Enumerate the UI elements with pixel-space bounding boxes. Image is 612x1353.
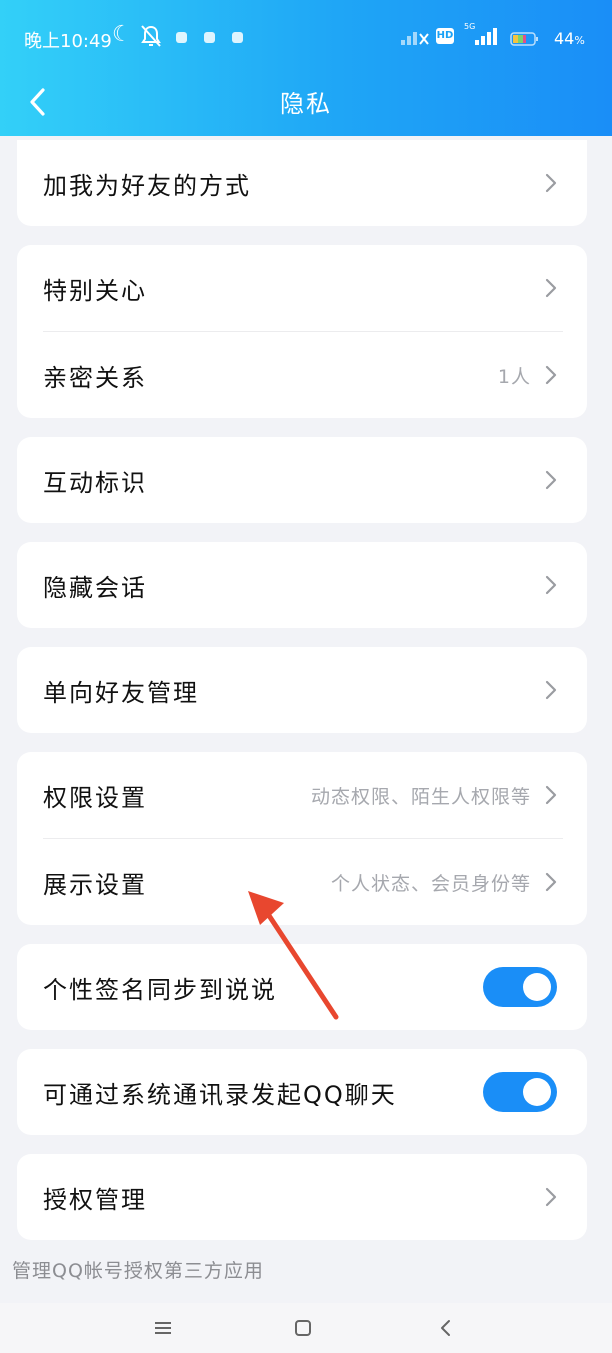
menu-button[interactable] bbox=[150, 1315, 176, 1341]
row-value: 1人 bbox=[497, 365, 531, 388]
signal-strong-icon bbox=[474, 26, 502, 51]
card-add-friend: 加我为好友的方式 bbox=[17, 140, 587, 226]
card-hidden-chat: 隐藏会话 bbox=[17, 542, 587, 628]
row-label: 亲密关系 bbox=[43, 363, 147, 392]
annotation-arrow-icon bbox=[248, 891, 339, 1020]
row-label: 授权管理 bbox=[43, 1185, 147, 1214]
row-auth-management[interactable]: 授权管理 bbox=[17, 1154, 587, 1240]
row-value: 动态权限、陌生人权限等 bbox=[310, 785, 531, 808]
chevron-right-icon bbox=[545, 365, 557, 385]
row-interaction-mark[interactable]: 互动标识 bbox=[17, 437, 587, 523]
row-label: 互动标识 bbox=[43, 468, 147, 497]
chevron-right-icon bbox=[545, 680, 557, 700]
row-label: 权限设置 bbox=[43, 783, 147, 812]
toggle-knob bbox=[523, 973, 551, 1001]
row-intimate-relation[interactable]: 亲密关系 1人 bbox=[17, 332, 587, 418]
row-label: 特别关心 bbox=[43, 276, 147, 305]
page-title: 隐私 bbox=[280, 90, 332, 118]
menu-icon bbox=[155, 1322, 171, 1334]
home-square-icon bbox=[295, 1320, 311, 1336]
hd-badge: HD bbox=[436, 28, 454, 44]
notification-icon bbox=[176, 32, 187, 43]
row-hidden-chat[interactable]: 隐藏会话 bbox=[17, 542, 587, 628]
system-nav-bar bbox=[0, 1303, 612, 1353]
toggle-knob bbox=[523, 1078, 551, 1106]
card-auth-management: 授权管理 bbox=[17, 1154, 587, 1240]
battery-icon bbox=[510, 30, 540, 46]
row-label: 可通过系统通讯录发起QQ聊天 bbox=[43, 1080, 397, 1109]
chevron-right-icon bbox=[545, 1187, 557, 1207]
card-relations: 特别关心 亲密关系 1人 bbox=[17, 245, 587, 418]
system-back-button[interactable] bbox=[432, 1315, 458, 1341]
notification-icon bbox=[204, 32, 215, 43]
card-contacts-chat: 可通过系统通讯录发起QQ聊天 bbox=[17, 1049, 587, 1135]
row-label: 加我为好友的方式 bbox=[43, 171, 251, 200]
battery-percent: 44% bbox=[554, 29, 585, 48]
notification-icon bbox=[232, 32, 243, 43]
row-one-way-friend[interactable]: 单向好友管理 bbox=[17, 647, 587, 733]
signature-sync-toggle[interactable] bbox=[483, 967, 557, 1007]
moon-icon: ☾ bbox=[112, 22, 132, 47]
chevron-right-icon bbox=[545, 173, 557, 193]
row-label: 单向好友管理 bbox=[43, 678, 199, 707]
row-permission-settings[interactable]: 权限设置 动态权限、陌生人权限等 bbox=[17, 752, 587, 838]
back-triangle-icon bbox=[441, 1320, 450, 1336]
chevron-right-icon bbox=[545, 872, 557, 892]
chevron-right-icon bbox=[545, 470, 557, 490]
row-value: 个人状态、会员身份等 bbox=[330, 872, 531, 895]
row-label: 隐藏会话 bbox=[43, 573, 147, 602]
contacts-chat-toggle[interactable] bbox=[483, 1072, 557, 1112]
bell-muted-icon bbox=[140, 24, 162, 53]
chevron-right-icon bbox=[545, 278, 557, 298]
status-time: 晚上10:49 bbox=[24, 31, 112, 52]
chevron-right-icon bbox=[545, 785, 557, 805]
signal-weak-icon bbox=[400, 26, 430, 51]
card-interaction: 互动标识 bbox=[17, 437, 587, 523]
top-bar: 晚上10:49 ☾ HD 5G 44% 隐私 bbox=[0, 0, 612, 136]
status-bar: 晚上10:49 ☾ HD 5G 44% bbox=[0, 0, 612, 76]
row-special-care[interactable]: 特别关心 bbox=[17, 245, 587, 331]
chevron-right-icon bbox=[545, 575, 557, 595]
auth-footnote: 管理QQ帐号授权第三方应用 bbox=[12, 1260, 264, 1282]
nav-bar: 隐私 bbox=[0, 76, 612, 136]
row-add-friend-method[interactable]: 加我为好友的方式 bbox=[17, 140, 587, 226]
row-contacts-chat: 可通过系统通讯录发起QQ聊天 bbox=[17, 1049, 587, 1135]
home-button[interactable] bbox=[290, 1315, 316, 1341]
card-one-way-friend: 单向好友管理 bbox=[17, 647, 587, 733]
